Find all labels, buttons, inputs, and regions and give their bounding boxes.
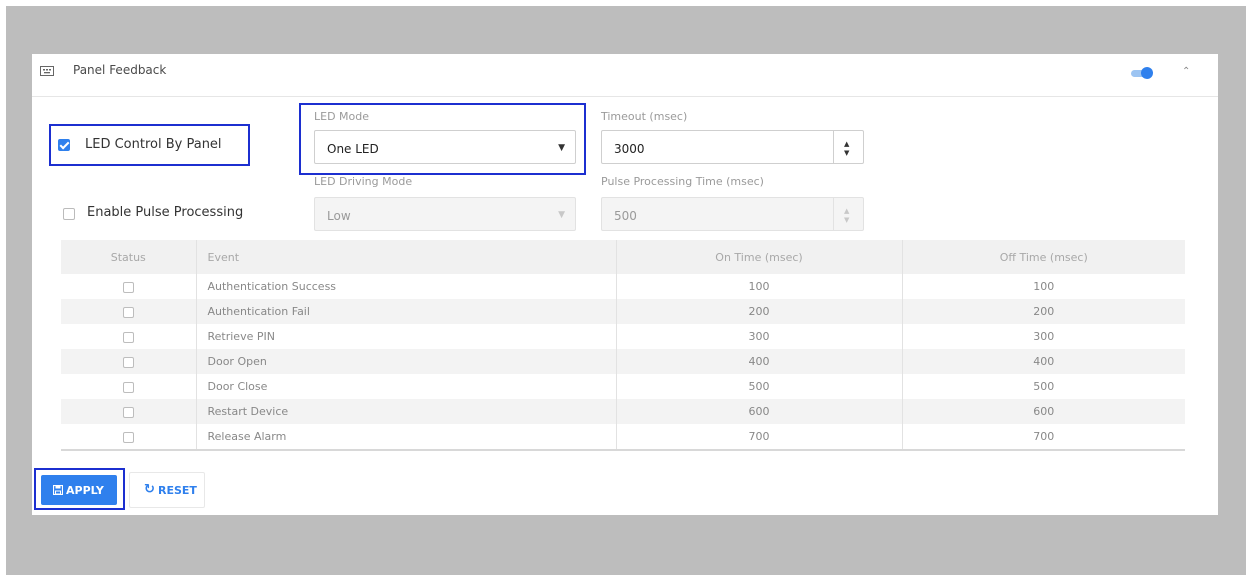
led-driving-mode-select[interactable]: Low ▼ [314,197,576,231]
on-time-cell[interactable]: 500 [616,374,903,399]
backdrop-bottom [6,515,1246,575]
timeout-label: Timeout (msec) [601,110,688,123]
event-cell: Door Close [196,374,617,399]
off-time-cell[interactable]: 600 [902,399,1185,424]
off-time-cell[interactable]: 300 [902,324,1185,349]
refresh-icon: ↻ [144,482,155,497]
chevron-up-icon[interactable]: ⌃ [1182,66,1190,77]
off-time-cell[interactable]: 500 [902,374,1185,399]
status-checkbox[interactable] [122,431,134,443]
table-header-row: Status Event On Time (msec) Off Time (ms… [61,240,1185,274]
event-table: Status Event On Time (msec) Off Time (ms… [61,240,1185,451]
on-time-cell[interactable]: 200 [616,299,903,324]
caret-down-icon: ▼ [558,210,565,220]
led-mode-label: LED Mode [314,110,370,123]
off-time-cell[interactable]: 400 [902,349,1185,374]
status-cell [61,424,197,451]
status-cell [61,399,197,424]
event-cell: Restart Device [196,399,617,424]
status-checkbox[interactable] [122,331,134,343]
table-row[interactable]: Authentication Success 100 100 [61,274,1185,299]
stepper-down-icon[interactable]: ▼ [844,216,849,224]
status-cell [61,349,197,374]
stepper-down-icon[interactable]: ▼ [844,149,849,157]
on-time-cell[interactable]: 700 [616,424,903,451]
timeout-stepper[interactable]: ▲ ▼ [833,131,863,163]
column-header-status[interactable]: Status [61,240,197,274]
panel-title: Panel Feedback [73,63,167,77]
pulse-time-label: Pulse Processing Time (msec) [601,175,764,188]
timeout-input[interactable]: 3000 ▲ ▼ [601,130,864,164]
led-control-label: LED Control By Panel [85,137,222,152]
apply-button[interactable]: APPLY [41,475,117,505]
stepper-up-icon[interactable]: ▲ [844,140,849,148]
column-header-off-time[interactable]: Off Time (msec) [902,240,1185,274]
on-time-cell[interactable]: 300 [616,324,903,349]
on-time-cell[interactable]: 100 [616,274,903,299]
column-header-on-time[interactable]: On Time (msec) [616,240,903,274]
pulse-processing-label: Enable Pulse Processing [87,205,244,220]
event-cell: Release Alarm [196,424,617,451]
status-checkbox[interactable] [122,306,134,318]
panel-header[interactable]: Panel Feedback ⌃ [32,54,1218,97]
apply-label: APPLY [66,484,104,497]
pulse-time-input[interactable]: 500 ▲ ▼ [601,197,864,231]
pulse-processing-checkbox[interactable] [63,208,75,220]
column-header-event[interactable]: Event [196,240,617,274]
table-row[interactable]: Authentication Fail 200 200 [61,299,1185,324]
panel-feedback-card: Panel Feedback ⌃ LED Control By Panel LE… [32,54,1218,515]
status-cell [61,374,197,399]
status-checkbox[interactable] [122,406,134,418]
caret-down-icon: ▼ [558,143,565,153]
reset-label: RESET [158,484,197,497]
status-cell [61,324,197,349]
status-checkbox[interactable] [122,281,134,293]
led-driving-mode-value: Low [327,209,351,223]
panel-enable-toggle[interactable] [1131,67,1157,79]
led-driving-mode-label: LED Driving Mode [314,175,413,188]
table-row[interactable]: Door Close 500 500 [61,374,1185,399]
pulse-time-stepper[interactable]: ▲ ▼ [833,198,863,230]
screen: Panel Feedback ⌃ LED Control By Panel LE… [0,0,1252,575]
on-time-cell[interactable]: 600 [616,399,903,424]
toggle-knob [1141,67,1153,79]
table-row[interactable]: Retrieve PIN 300 300 [61,324,1185,349]
backdrop-right [1218,54,1246,515]
on-time-cell[interactable]: 400 [616,349,903,374]
table-row[interactable]: Door Open 400 400 [61,349,1185,374]
event-cell: Authentication Fail [196,299,617,324]
timeout-value: 3000 [614,142,645,156]
led-control-checkbox[interactable] [58,139,70,151]
save-icon [53,485,63,495]
backdrop-left [6,54,32,515]
event-cell: Retrieve PIN [196,324,617,349]
event-cell: Door Open [196,349,617,374]
status-checkbox[interactable] [122,356,134,368]
reset-button[interactable]: ↻ RESET [129,472,205,508]
off-time-cell[interactable]: 100 [902,274,1185,299]
event-cell: Authentication Success [196,274,617,299]
stepper-up-icon[interactable]: ▲ [844,207,849,215]
pulse-time-value: 500 [614,209,637,223]
table-row[interactable]: Release Alarm 700 700 [61,424,1185,451]
status-cell [61,274,197,299]
off-time-cell[interactable]: 700 [902,424,1185,451]
backdrop-top [6,6,1246,54]
led-mode-value: One LED [327,142,379,156]
table-row[interactable]: Restart Device 600 600 [61,399,1185,424]
status-cell [61,299,197,324]
led-mode-select[interactable]: One LED ▼ [314,130,576,164]
status-checkbox[interactable] [122,381,134,393]
keyboard-icon [40,66,54,76]
off-time-cell[interactable]: 200 [902,299,1185,324]
